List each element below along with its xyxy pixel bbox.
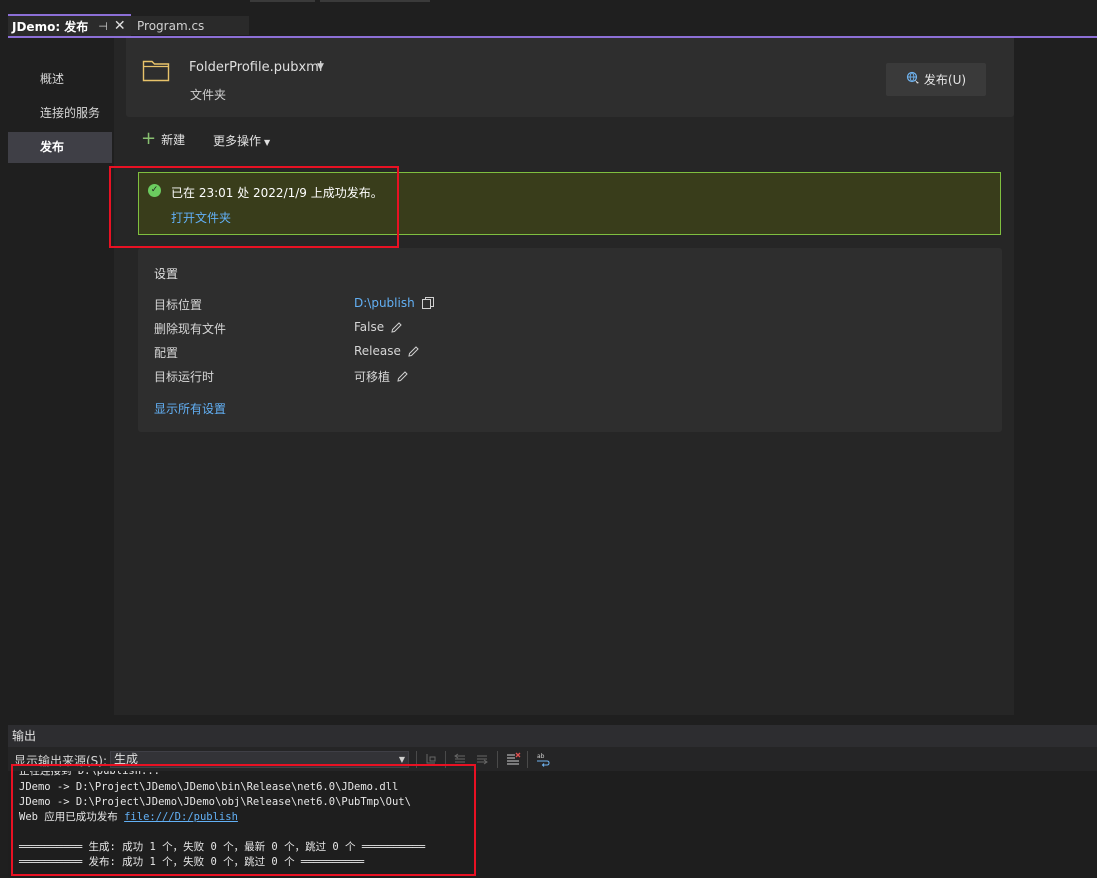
panel-splitter[interactable] xyxy=(0,715,1097,725)
nav-item-publish[interactable]: 发布 xyxy=(8,132,112,163)
setting-value-target-location[interactable]: D:\publish xyxy=(354,296,435,310)
tab-label: Program.cs xyxy=(137,18,205,33)
profile-type: 文件夹 xyxy=(190,88,227,102)
setting-label-delete-existing: 删除现有文件 xyxy=(154,322,227,336)
output-line: ══════════ 发布: 成功 1 个，失败 0 个，跳过 0 个 ════… xyxy=(19,856,365,868)
setting-value-target-runtime: 可移植 xyxy=(354,368,409,385)
nav-item-overview[interactable]: 概述 xyxy=(8,64,112,94)
publish-success-banner xyxy=(138,172,1001,235)
nav-item-label: 概述 xyxy=(40,72,65,86)
output-source-label: 显示输出来源(S): xyxy=(14,754,108,768)
setting-label-target-runtime: 目标运行时 xyxy=(154,370,215,384)
setting-value-text: Release xyxy=(354,344,401,358)
pin-icon[interactable]: ⊣ xyxy=(98,20,108,33)
target-location-link[interactable]: D:\publish xyxy=(354,296,415,310)
toolbar-separator xyxy=(527,751,528,768)
folder-icon xyxy=(142,58,170,85)
output-line: JDemo -> D:\Project\JDemo\JDemo\obj\Rele… xyxy=(19,796,411,808)
profile-name-dropdown[interactable]: FolderProfile.pubxml xyxy=(189,60,322,75)
next-message-icon[interactable] xyxy=(474,751,490,767)
output-line: Web 应用已成功发布 file:///D:/publish xyxy=(19,810,238,825)
setting-label-configuration: 配置 xyxy=(154,346,179,360)
profile-card xyxy=(126,38,1014,117)
copy-icon[interactable] xyxy=(421,296,435,310)
plus-icon: + xyxy=(141,128,157,149)
setting-value-delete-existing: False xyxy=(354,320,403,334)
toolbar-separator xyxy=(497,751,498,768)
word-wrap-icon[interactable]: ab xyxy=(535,751,551,767)
more-actions-dropdown[interactable]: 更多操作 ▼ xyxy=(213,132,270,149)
new-profile-button[interactable]: + 新建 xyxy=(141,130,185,148)
publish-globe-icon xyxy=(906,71,920,88)
pencil-icon[interactable] xyxy=(407,345,420,358)
goto-source-icon[interactable] xyxy=(423,751,439,767)
pencil-icon[interactable] xyxy=(396,370,409,383)
success-message: 已在 23:01 处 2022/1/9 上成功发布。 xyxy=(171,186,383,200)
output-line-text: Web 应用已成功发布 xyxy=(19,811,125,823)
tab-program-cs[interactable]: Program.cs xyxy=(131,16,249,35)
chevron-down-icon: ▼ xyxy=(398,755,405,764)
output-line: ══════════ 生成: 成功 1 个，失败 0 个，最新 0 个，跳过 0… xyxy=(19,841,426,853)
previous-message-icon[interactable] xyxy=(452,751,468,767)
setting-value-configuration: Release xyxy=(354,344,420,358)
setting-value-text: False xyxy=(354,320,385,334)
publish-folder-link[interactable]: file:///D:/publish xyxy=(124,811,238,823)
new-button-label: 新建 xyxy=(161,132,186,147)
setting-value-text: 可移植 xyxy=(354,370,391,384)
tab-strip-decoration xyxy=(320,0,430,2)
chevron-down-icon: ▼ xyxy=(264,138,271,147)
publish-button-label: 发布(U) xyxy=(923,73,967,87)
open-folder-link[interactable]: 打开文件夹 xyxy=(171,209,231,226)
chevron-down-icon[interactable]: ▼ xyxy=(317,62,324,72)
tab-label: JDemo: 发布 xyxy=(12,19,89,34)
right-gutter xyxy=(1014,38,1097,715)
output-line: JDemo -> D:\Project\JDemo\JDemo\bin\Rele… xyxy=(19,781,399,793)
output-text-area[interactable]: 正在连接到 D:\publish... JDemo -> D:\Project\… xyxy=(8,771,1097,878)
output-panel-title: 输出 xyxy=(8,725,1097,747)
nav-item-label: 连接的服务 xyxy=(40,106,101,120)
settings-card xyxy=(138,248,1002,432)
publish-left-nav: 概述 连接的服务 发布 xyxy=(8,38,113,715)
close-icon[interactable]: ✕ xyxy=(114,18,126,34)
tab-strip-decoration xyxy=(250,0,315,2)
pencil-icon[interactable] xyxy=(390,321,403,334)
output-source-select[interactable]: 生成 ▼ xyxy=(110,751,409,768)
output-line: 正在连接到 D:\publish... xyxy=(19,771,161,777)
publish-button[interactable]: 发布(U) xyxy=(886,63,986,96)
more-actions-label: 更多操作 xyxy=(213,134,262,148)
nav-item-label: 发布 xyxy=(40,140,65,154)
tab-jdemo-publish[interactable]: JDemo: 发布 ⊣ ✕ xyxy=(8,14,131,36)
output-source-value: 生成 xyxy=(114,752,139,766)
setting-label-target-location: 目标位置 xyxy=(154,298,203,312)
checkmark-icon: ✓ xyxy=(148,184,161,197)
settings-title: 设置 xyxy=(154,267,179,281)
nav-item-connected-services[interactable]: 连接的服务 xyxy=(8,98,112,128)
toolbar-separator xyxy=(416,751,417,768)
svg-text:ab: ab xyxy=(537,753,545,760)
clear-all-icon[interactable] xyxy=(505,751,521,767)
show-all-settings-link[interactable]: 显示所有设置 xyxy=(154,400,226,417)
toolbar-separator xyxy=(445,751,446,768)
